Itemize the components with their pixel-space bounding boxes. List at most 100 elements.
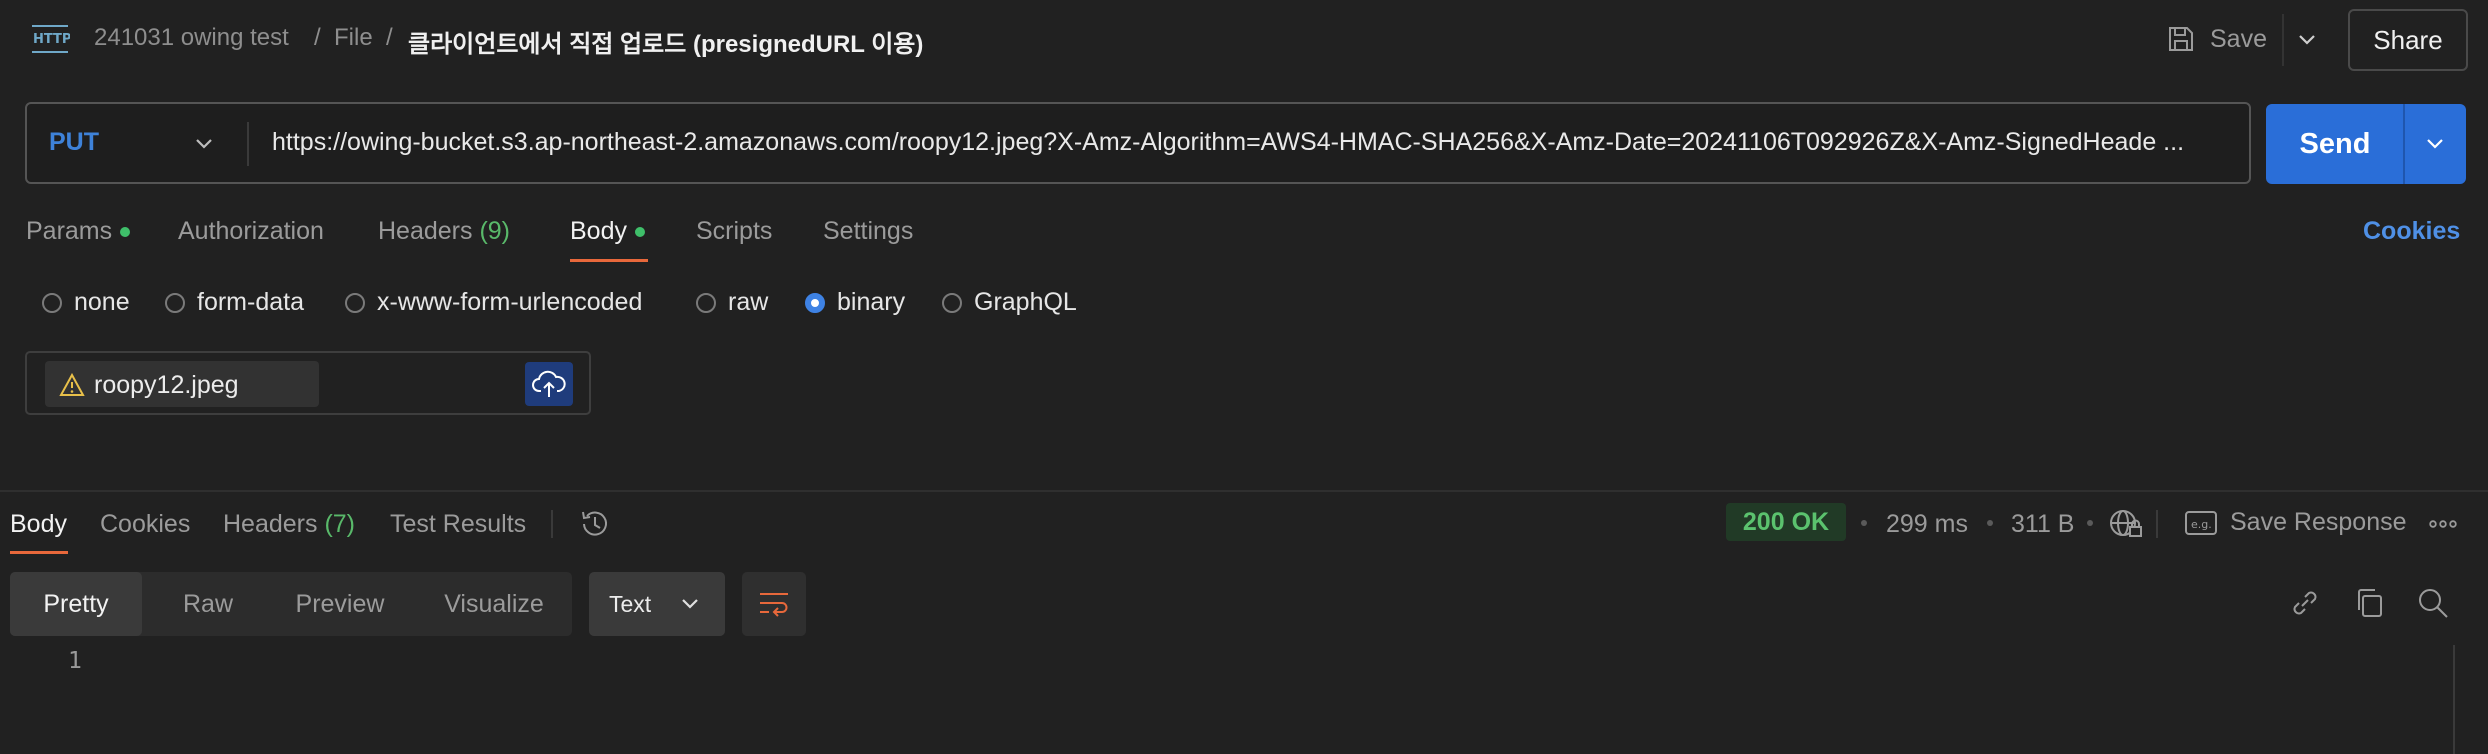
method-select[interactable]: PUT: [49, 128, 99, 157]
send-button[interactable]: Send: [2266, 104, 2466, 184]
headers-count: (9): [479, 217, 511, 245]
save-button[interactable]: Save: [2166, 8, 2267, 70]
status-badge[interactable]: 200 OK: [1726, 503, 1846, 541]
radio-x-www-form-urlencoded[interactable]: x-www-form-urlencoded: [345, 288, 642, 317]
status-dot: [120, 227, 131, 238]
radio-raw[interactable]: raw: [696, 288, 768, 317]
save-response-button[interactable]: e.g. Save Response: [2184, 508, 2407, 537]
tab-label: Scripts: [696, 217, 773, 245]
divider: [551, 510, 553, 538]
svg-text:e.g.: e.g.: [2191, 518, 2212, 531]
view-visualize[interactable]: Visualize: [416, 572, 572, 636]
send-label: Send: [2299, 128, 2371, 160]
tab-scripts[interactable]: Scripts: [696, 217, 772, 246]
tab-label: Headers: [378, 217, 473, 245]
response-size[interactable]: 311 B: [2011, 510, 2074, 539]
warning-icon: [59, 373, 85, 397]
response-tab-cookies[interactable]: Cookies: [100, 510, 190, 539]
breadcrumb-item-collection[interactable]: 241031 owing test: [94, 24, 289, 52]
response-tab-body[interactable]: Body: [10, 510, 67, 539]
active-tab-indicator: [570, 259, 648, 262]
active-tab-indicator: [10, 551, 68, 554]
radio-circle: [165, 292, 185, 313]
search-icon[interactable]: [2416, 586, 2450, 620]
view-pretty[interactable]: Pretty: [10, 572, 142, 636]
url-input[interactable]: https://owing-bucket.s3.ap-northeast-2.a…: [272, 128, 2232, 157]
save-label: Save: [2210, 24, 2267, 53]
radio-circle: [345, 292, 365, 313]
breadcrumb-item-folder[interactable]: File: [334, 24, 373, 52]
tab-headers[interactable]: Headers (9): [378, 217, 510, 246]
response-view-selector: Pretty Raw Preview Visualize: [10, 572, 572, 636]
radio-binary[interactable]: binary: [805, 288, 905, 317]
tab-label: Body: [570, 217, 627, 245]
link-icon[interactable]: [2288, 586, 2322, 620]
copy-icon[interactable]: [2353, 586, 2387, 620]
top-bar: HTTP 241031 owing test / File / 클라이언트에서 …: [0, 0, 2488, 80]
radio-circle: [942, 292, 962, 313]
response-tab-test-results[interactable]: Test Results: [390, 510, 526, 539]
cloud-upload-icon: [532, 369, 566, 399]
response-tab-headers[interactable]: Headers (7): [223, 510, 355, 539]
breadcrumb-separator: /: [386, 24, 393, 51]
chevron-down-icon[interactable]: [2424, 134, 2446, 154]
tab-label: Authorization: [178, 217, 324, 245]
format-label: Text: [609, 591, 652, 617]
file-name: roopy12.jpeg: [94, 371, 239, 399]
binary-file-picker: roopy12.jpeg: [25, 351, 591, 415]
divider: [2403, 104, 2405, 184]
history-icon[interactable]: [578, 507, 612, 541]
share-button[interactable]: Share: [2348, 9, 2468, 71]
response-time[interactable]: 299 ms: [1886, 510, 1968, 539]
headers-count: (7): [324, 510, 356, 538]
radio-none[interactable]: none: [42, 288, 130, 317]
cookies-link[interactable]: Cookies: [2363, 217, 2460, 246]
upload-button[interactable]: [525, 362, 573, 406]
radio-circle: [696, 292, 716, 313]
radio-label: raw: [728, 288, 769, 316]
radio-label: none: [74, 288, 130, 316]
separator-dot: [1987, 520, 1993, 526]
divider: [2156, 510, 2158, 538]
radio-label: binary: [837, 288, 906, 316]
tab-params[interactable]: Params: [26, 217, 131, 246]
svg-text:HTTP: HTTP: [33, 32, 70, 47]
page-title[interactable]: 클라이언트에서 직접 업로드 (presignedURL 이용): [408, 24, 923, 59]
wrap-lines-icon: [758, 588, 790, 620]
tab-body[interactable]: Body: [570, 217, 645, 246]
tab-authorization[interactable]: Authorization: [178, 217, 324, 246]
line-number: 1: [68, 648, 82, 674]
more-options-icon[interactable]: [2428, 514, 2458, 534]
tab-label: Params: [26, 217, 113, 245]
radio-circle: [805, 292, 825, 313]
tab-label: Headers: [223, 510, 318, 538]
separator-dot: [1861, 520, 1867, 526]
pane-divider[interactable]: [0, 490, 2488, 492]
separator-dot: [2087, 520, 2093, 526]
breadcrumb-separator: /: [314, 24, 321, 51]
radio-label: x-www-form-urlencoded: [377, 288, 643, 316]
chevron-down-icon[interactable]: [2296, 30, 2318, 50]
request-bar: PUT https://owing-bucket.s3.ap-northeast…: [25, 102, 2251, 184]
tab-label: Settings: [823, 217, 914, 245]
divider: [2282, 14, 2284, 66]
format-select[interactable]: Text: [589, 572, 725, 636]
divider: [247, 122, 249, 166]
tab-settings[interactable]: Settings: [823, 217, 913, 246]
save-icon: [2166, 24, 2196, 54]
example-icon: e.g.: [2184, 509, 2218, 537]
radio-label: GraphQL: [974, 288, 1077, 316]
save-response-label: Save Response: [2230, 508, 2407, 536]
scrollbar[interactable]: [2453, 645, 2455, 754]
wrap-lines-button[interactable]: [742, 572, 806, 636]
view-preview[interactable]: Preview: [264, 572, 416, 636]
radio-form-data[interactable]: form-data: [165, 288, 304, 317]
radio-label: form-data: [197, 288, 304, 316]
view-raw[interactable]: Raw: [142, 572, 274, 636]
chevron-down-icon: [679, 594, 701, 614]
radio-circle: [42, 292, 62, 313]
network-globe-icon[interactable]: [2108, 507, 2144, 541]
http-icon: HTTP: [30, 22, 70, 56]
chevron-down-icon[interactable]: [193, 134, 215, 154]
radio-graphql[interactable]: GraphQL: [942, 288, 1077, 317]
